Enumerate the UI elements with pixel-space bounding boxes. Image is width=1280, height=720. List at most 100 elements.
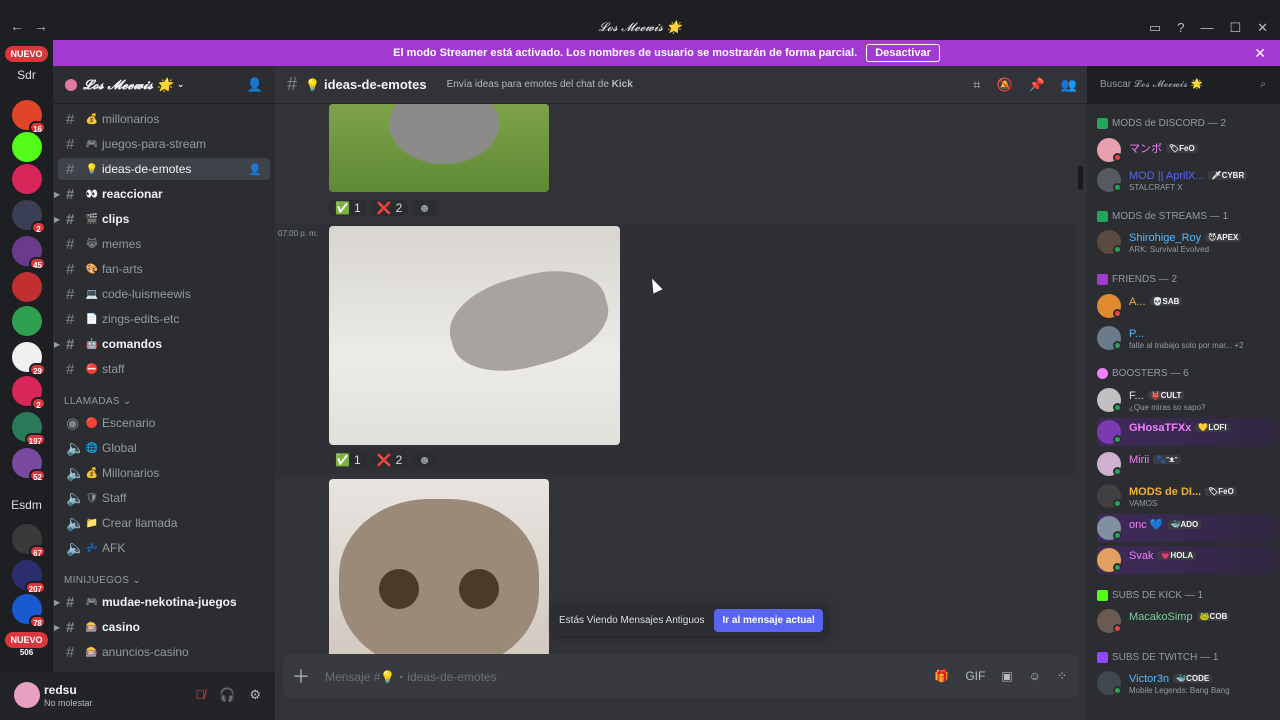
- server-icon[interactable]: 67: [12, 524, 46, 558]
- category-llamadas[interactable]: LLAMADAS ⌄: [64, 396, 132, 407]
- help-icon[interactable]: ?: [1177, 20, 1184, 36]
- member-item[interactable]: onc 💙 🐳ADO: [1097, 514, 1277, 542]
- member-item[interactable]: A... 💀SAB: [1097, 292, 1277, 320]
- member-item[interactable]: MODS de DI... 🏷FeO VAMOS: [1097, 482, 1277, 510]
- channel-item-reaccionar[interactable]: ▶ # 👀 reaccionar: [54, 183, 270, 205]
- reaction-cross[interactable]: ❌ 2: [370, 200, 409, 216]
- member-item[interactable]: MOD || AprilX... 🗡CYBR STALCRAFT X: [1097, 166, 1277, 194]
- channel-item-casino[interactable]: ▶ # 🎰 casino: [54, 616, 270, 638]
- search-input[interactable]: Buscar 𝓛𝓸𝓼 𝓜𝓮𝓮𝔀𝓲𝓼 🌟 ⌕: [1094, 75, 1272, 95]
- member-item[interactable]: F... 👹CULT ¿Que miras so sapo?: [1097, 386, 1277, 414]
- member-item[interactable]: Mirii 🐾ᵔᴥᵔ: [1097, 450, 1277, 478]
- threads-icon[interactable]: ⌗: [973, 77, 980, 93]
- invite-icon[interactable]: 👤: [247, 77, 263, 93]
- server-icon[interactable]: [12, 272, 42, 302]
- server-icon[interactable]: 16: [12, 100, 46, 134]
- channel-item-millonarios[interactable]: # 💰 millonarios: [58, 108, 270, 130]
- server-icon[interactable]: [12, 306, 42, 336]
- voice-channel-staff[interactable]: 🔈 🛡 Staff: [58, 487, 270, 509]
- server-icon[interactable]: [12, 132, 42, 162]
- channel-item-clips[interactable]: ▶ # 🎬 clips: [54, 208, 270, 230]
- minimize-icon[interactable]: —: [1200, 20, 1213, 36]
- member-name: MODS de DI... 🏷FeO: [1129, 486, 1237, 498]
- channel-item-anuncios-casino[interactable]: # 🎰 anuncios-casino: [58, 641, 270, 663]
- message-list[interactable]: ✅ 1 ❌ 2 ☻ 07:00 p. m. ✅ 1 ❌ 2 ☻: [275, 104, 1087, 660]
- server-sdr[interactable]: Sdr: [0, 68, 53, 82]
- message-input[interactable]: Mensaje #💡・ideas-de-emotes: [325, 668, 497, 685]
- attachment-image[interactable]: [329, 104, 549, 192]
- close-banner-icon[interactable]: ✕: [1254, 40, 1266, 66]
- headphones-icon[interactable]: 🎧: [219, 687, 235, 703]
- add-reaction-icon[interactable]: ☻: [412, 200, 437, 216]
- category-minijuegos[interactable]: MINIJUEGOS ⌄: [64, 575, 141, 586]
- pin-icon[interactable]: 📌: [1029, 77, 1045, 93]
- member-item[interactable]: Victor3n 🐳CODE Mobile Legends: Bang Bang: [1097, 669, 1277, 697]
- member-item[interactable]: MacakoSimp 🐸COB: [1097, 607, 1277, 635]
- channel-item-comandos[interactable]: ▶ # 🤖 comandos: [54, 333, 270, 355]
- reaction-check[interactable]: ✅ 1: [329, 452, 367, 468]
- server-icon[interactable]: 52: [12, 448, 46, 482]
- server-icon[interactable]: 29: [12, 342, 46, 376]
- server-icon[interactable]: 45: [12, 236, 46, 270]
- member-item[interactable]: Svak 💗HOLA: [1097, 546, 1277, 574]
- channel-item-juegos-para-stream[interactable]: # 🎮 juegos-para-stream: [58, 133, 270, 155]
- channel-item-code-luismeewis[interactable]: # 💻 code-luismeewis: [58, 283, 270, 305]
- avatar[interactable]: [14, 682, 40, 708]
- members-icon[interactable]: 👥: [1061, 77, 1077, 93]
- upload-plus-icon[interactable]: ＋: [283, 663, 319, 689]
- emoji-icon[interactable]: ☺: [1029, 669, 1041, 683]
- username[interactable]: redsu: [44, 683, 77, 697]
- add-member-icon[interactable]: 👤: [248, 163, 262, 176]
- jump-to-present-button[interactable]: Ir al mensaje actual: [714, 608, 823, 632]
- voice-channel-millonarios[interactable]: 🔈 💰 Millonarios: [58, 462, 270, 484]
- channel-label: code-luismeewis: [102, 287, 191, 301]
- attachment-image[interactable]: [329, 226, 620, 445]
- inbox-icon[interactable]: ▭: [1149, 20, 1161, 36]
- disable-streamer-button[interactable]: Desactivar: [866, 44, 940, 62]
- mic-muted-icon[interactable]: 🎙̸: [195, 687, 205, 703]
- voice-channel-escenario[interactable]: ◉ 🔴 Escenario: [58, 412, 270, 434]
- apps-icon[interactable]: ⁘: [1057, 669, 1067, 683]
- server-icon[interactable]: [12, 164, 42, 194]
- reaction-cross[interactable]: ❌ 2: [370, 452, 409, 468]
- channel-item-mudae[interactable]: ▶ # 🎮 mudae-nekotina-juegos: [54, 591, 270, 613]
- channel-item-fan-arts[interactable]: # 🎨 fan-arts: [58, 258, 270, 280]
- reaction-check[interactable]: ✅ 1: [329, 200, 367, 216]
- message-composer[interactable]: ＋ Mensaje #💡・ideas-de-emotes 🎁 GIF ▣ ☺ ⁘: [283, 654, 1079, 698]
- voice-channel-crear-llamada[interactable]: 🔈 📁 Crear llamada: [58, 512, 270, 534]
- scrollbar[interactable]: [1078, 166, 1083, 190]
- member-item[interactable]: GHosaTFXx 💛LOFI: [1097, 418, 1277, 446]
- server-icon[interactable]: 207: [12, 560, 46, 594]
- member-item[interactable]: P... falte al trabajo solo por mar... +2: [1097, 324, 1277, 352]
- server-icon[interactable]: 78: [12, 594, 46, 628]
- voice-channel-global[interactable]: 🔈 🌐 Global: [58, 437, 270, 459]
- maximize-icon[interactable]: ☐: [1229, 20, 1241, 36]
- channel-item-ideas-de-emotes[interactable]: # 💡 ideas-de-emotes 👤: [58, 158, 270, 180]
- member-item[interactable]: Shirohige_Roy 😈APEX ARK: Survival Evolved: [1097, 228, 1277, 256]
- server-esdm[interactable]: Esdm: [0, 498, 53, 512]
- channel-item-staff[interactable]: # ⛔ staff: [58, 358, 270, 380]
- new-pill[interactable]: NUEVO: [5, 46, 48, 62]
- hash-icon: #: [66, 360, 75, 378]
- server-icon[interactable]: 197: [12, 412, 46, 446]
- server-icon[interactable]: 2: [12, 376, 46, 410]
- new-pill[interactable]: NUEVO: [5, 632, 48, 648]
- gift-icon[interactable]: 🎁: [934, 669, 949, 683]
- topic-text: Envía ideas para emotes del chat de: [446, 79, 612, 90]
- channel-label: clips: [102, 212, 130, 226]
- server-header[interactable]: 𝓛𝓸𝓼 𝓜𝓮𝓮𝔀𝓲𝓼 🌟 ⌄ 👤: [53, 66, 275, 104]
- voice-channel-afk[interactable]: 🔈 💤 AFK: [58, 537, 270, 559]
- channel-topic[interactable]: Envía ideas para emotes del chat de Kick: [447, 79, 633, 90]
- member-item[interactable]: マンボ 🏷FeO: [1097, 136, 1277, 164]
- server-icon[interactable]: 2: [12, 200, 46, 234]
- channel-item-zings-edits-etc[interactable]: # 📄 zings-edits-etc: [58, 308, 270, 330]
- channel-item-memes[interactable]: # 😹 memes: [58, 233, 270, 255]
- settings-gear-icon[interactable]: ⚙: [249, 687, 261, 703]
- attachment-image[interactable]: [329, 479, 549, 659]
- sticker-icon[interactable]: ▣: [1001, 669, 1012, 683]
- hash-icon: #: [66, 135, 75, 153]
- gif-icon[interactable]: GIF: [965, 669, 985, 683]
- notifications-muted-icon[interactable]: 🔕: [996, 77, 1012, 93]
- close-window-icon[interactable]: ✕: [1257, 20, 1268, 36]
- add-reaction-icon[interactable]: ☻: [412, 452, 437, 468]
